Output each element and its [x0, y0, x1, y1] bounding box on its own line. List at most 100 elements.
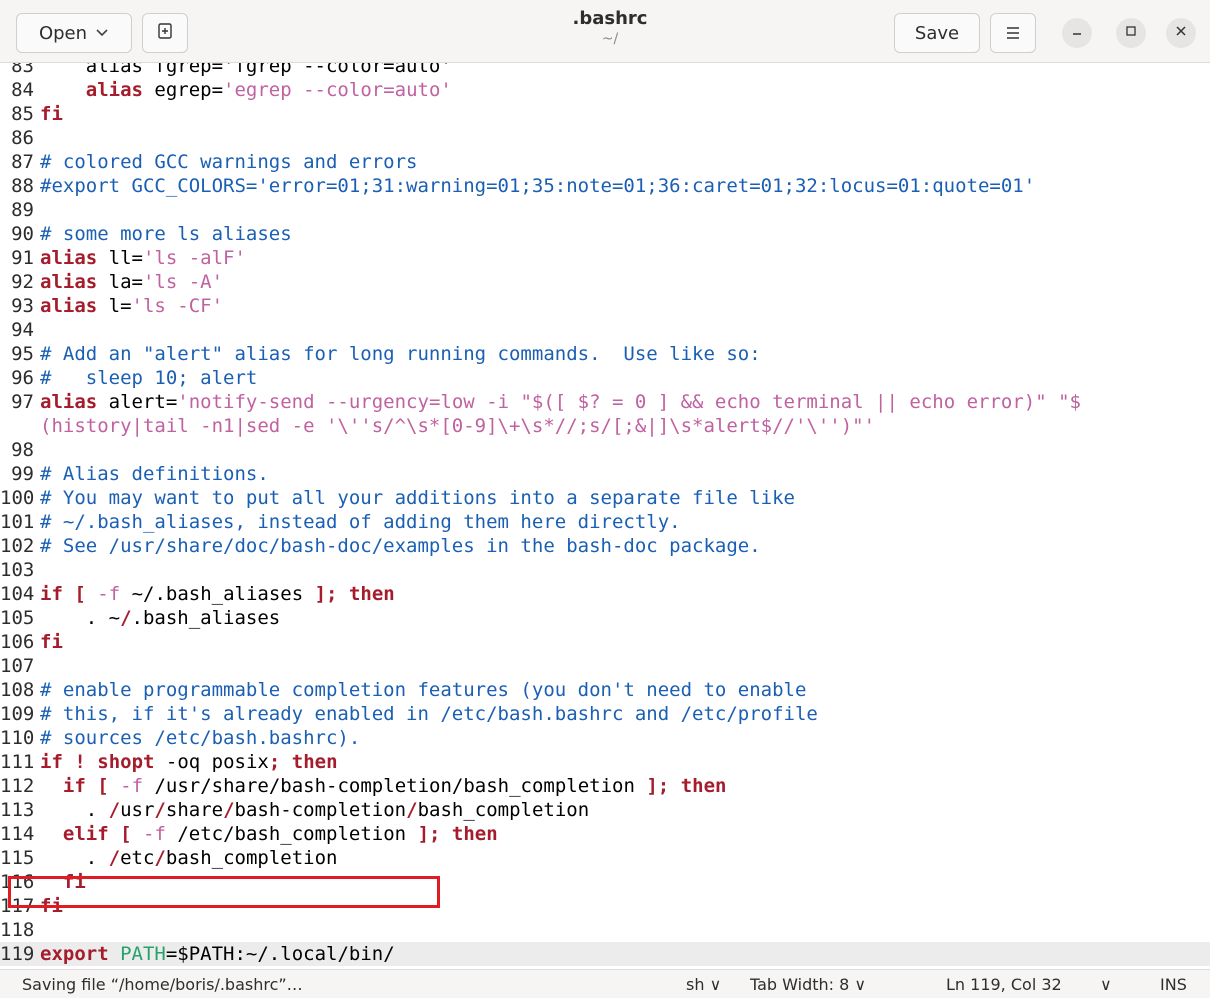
code-token: (history|tail -n1|sed -e '\''s/^\s*[0-9]…: [40, 415, 876, 437]
code-token: 'ls -alF': [142, 247, 246, 269]
line-number: 114: [0, 823, 35, 845]
code-token: share: [165, 799, 224, 821]
code-line[interactable]: 102 # See /usr/share/doc/bash-doc/example…: [0, 534, 1210, 558]
code-line[interactable]: 118: [0, 918, 1210, 942]
code-line[interactable]: 119 export PATH=$PATH:~/.local/bin/: [0, 942, 1210, 966]
text-editor-area[interactable]: 83 alias fgrep='fgrep --color=auto' 84 al…: [0, 63, 1210, 969]
code-line[interactable]: 96 # sleep 10; alert: [0, 366, 1210, 390]
code-line[interactable]: (history|tail -n1|sed -e '\''s/^\s*[0-9]…: [0, 414, 1210, 438]
code-text: export PATH=$PATH:~/.local/bin/: [40, 942, 395, 966]
code-line[interactable]: 110 # sources /etc/bash.bashrc).: [0, 726, 1210, 750]
code-line[interactable]: 97 alias alert='notify-send --urgency=low…: [0, 390, 1210, 414]
line-number: 100: [0, 487, 35, 509]
code-line[interactable]: 109 # this, if it's already enabled in /e…: [0, 702, 1210, 726]
line-number: 99: [11, 463, 34, 485]
code-line[interactable]: 112 if [ -f /usr/share/bash-completion/b…: [0, 774, 1210, 798]
code-text: fi: [40, 630, 63, 654]
code-line[interactable]: 104 if [ -f ~/.bash_aliases ]; then: [0, 582, 1210, 606]
line-number: 108: [0, 679, 35, 701]
open-button[interactable]: Open: [16, 13, 132, 53]
line-number: 86: [11, 127, 34, 149]
code-text: alias fgrep='fgrep --color=auto': [40, 63, 452, 78]
window-title-area: .bashrc ~/: [460, 8, 760, 47]
code-line[interactable]: 89: [0, 198, 1210, 222]
code-token: fi: [40, 103, 63, 125]
code-token: /: [108, 847, 121, 869]
line-number: 110: [0, 727, 35, 749]
language-selector[interactable]: sh ∨: [686, 975, 721, 994]
code-token: then: [680, 775, 727, 797]
code-line[interactable]: 103: [0, 558, 1210, 582]
code-token: if: [40, 751, 63, 773]
code-line[interactable]: 99 # Alias definitions.: [0, 462, 1210, 486]
code-text: # sources /etc/bash.bashrc).: [40, 726, 360, 750]
code-line[interactable]: 98: [0, 438, 1210, 462]
code-line[interactable]: 91 alias ll='ls -alF': [0, 246, 1210, 270]
code-line[interactable]: 92 alias la='ls -A': [0, 270, 1210, 294]
code-text: # enable programmable completion feature…: [40, 678, 806, 702]
line-number: 95: [11, 343, 34, 365]
code-token: [: [120, 823, 132, 845]
code-line[interactable]: 94: [0, 318, 1210, 342]
code-text: fi: [40, 102, 63, 126]
code-token: # Alias definitions.: [40, 463, 269, 485]
close-button[interactable]: [1166, 18, 1196, 48]
code-token: if: [40, 583, 63, 605]
status-message: Saving file “/home/boris/.bashrc”…: [22, 975, 303, 994]
save-button-label: Save: [914, 22, 960, 44]
line-number: 96: [11, 367, 34, 389]
tab-width-selector[interactable]: Tab Width: 8 ∨: [750, 975, 866, 994]
code-token: /usr/share/bash-completion/bash_completi…: [143, 775, 647, 797]
code-line[interactable]: 114 elif [ -f /etc/bash_completion ]; th…: [0, 822, 1210, 846]
code-line[interactable]: 86: [0, 126, 1210, 150]
code-line[interactable]: 93 alias l='ls -CF': [0, 294, 1210, 318]
code-token: !: [74, 751, 86, 773]
code-line[interactable]: 84 alias egrep='egrep --color=auto': [0, 78, 1210, 102]
code-token: 'notify-send --urgency=low -i "$([ $? = …: [177, 391, 1081, 413]
code-line[interactable]: 85 fi: [0, 102, 1210, 126]
code-token: alias: [40, 295, 98, 317]
code-token: -oq posix: [154, 751, 269, 773]
code-token: /: [154, 847, 166, 869]
code-token: shopt: [97, 751, 155, 773]
code-line[interactable]: 83 alias fgrep='fgrep --color=auto': [0, 63, 1210, 78]
code-text: # Alias definitions.: [40, 462, 269, 486]
code-token: export: [40, 943, 109, 965]
code-line[interactable]: 100 # You may want to put all your additi…: [0, 486, 1210, 510]
code-token: la=: [97, 271, 143, 293]
code-line[interactable]: 108 # enable programmable completion feat…: [0, 678, 1210, 702]
code-line[interactable]: 115 . /etc/bash_completion: [0, 846, 1210, 870]
code-line[interactable]: 111 if ! shopt -oq posix; then: [0, 750, 1210, 774]
line-number: 119: [0, 943, 35, 965]
code-line[interactable]: 95 # Add an "alert" alias for long runnin…: [0, 342, 1210, 366]
code-line[interactable]: 105 . ~/.bash_aliases: [0, 606, 1210, 630]
code-text: (history|tail -n1|sed -e '\''s/^\s*[0-9]…: [40, 414, 875, 438]
code-token: ];: [417, 823, 441, 845]
chevron-down-icon[interactable]: ∨: [1100, 975, 1112, 994]
code-line[interactable]: 87 # colored GCC warnings and errors: [0, 150, 1210, 174]
minimize-button[interactable]: [1062, 18, 1092, 48]
maximize-button[interactable]: [1116, 18, 1146, 48]
cursor-position[interactable]: Ln 119, Col 32: [946, 975, 1062, 994]
code-token: [: [97, 775, 109, 797]
line-number: 88: [11, 175, 34, 197]
code-text: # You may want to put all your additions…: [40, 486, 795, 510]
code-token: ];: [314, 583, 338, 605]
code-line[interactable]: 107: [0, 654, 1210, 678]
code-line[interactable]: 113 . /usr/share/bash-completion/bash_co…: [0, 798, 1210, 822]
code-token: =$PATH:~/.local/bin/: [165, 943, 395, 965]
new-tab-button[interactable]: [142, 13, 188, 53]
code-line[interactable]: 101 # ~/.bash_aliases, instead of adding …: [0, 510, 1210, 534]
save-button[interactable]: Save: [894, 13, 980, 53]
code-line[interactable]: 106 fi: [0, 630, 1210, 654]
code-line[interactable]: 90 # some more ls aliases: [0, 222, 1210, 246]
hamburger-menu-button[interactable]: [990, 13, 1036, 53]
code-token: ll=: [97, 247, 143, 269]
code-text: #export GCC_COLORS='error=01;31:warning=…: [40, 174, 1035, 198]
open-button-label: Open: [38, 22, 88, 44]
insert-mode-indicator[interactable]: INS: [1160, 975, 1187, 994]
code-line[interactable]: 88 #export GCC_COLORS='error=01;31:warnin…: [0, 174, 1210, 198]
